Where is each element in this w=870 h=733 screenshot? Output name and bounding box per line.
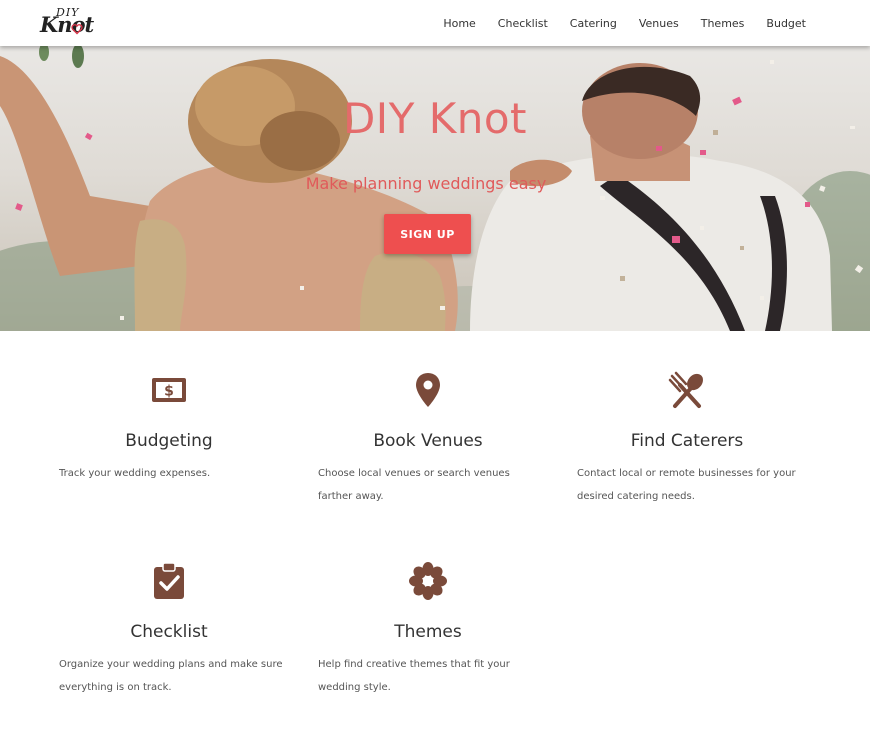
logo[interactable]: DIY Knot [38, 6, 110, 38]
nav-links: Home Checklist Catering Venues Themes Bu… [421, 0, 806, 46]
feature-description: Organize your wedding plans and make sur… [59, 659, 283, 693]
sign-up-button[interactable]: SIGN UP [384, 214, 471, 254]
flower-icon [409, 562, 447, 600]
clipboard-check-icon [154, 562, 184, 599]
feature-title: Book Venues [373, 431, 483, 451]
hero-title: DIY Knot [342, 94, 528, 143]
feature-title: Budgeting [125, 431, 213, 451]
feature-book-venues: Book Venues Choose local venues or searc… [318, 370, 556, 510]
feature-description: Track your wedding expenses. [59, 468, 211, 479]
feature-checklist: Checklist Organize your wedding plans an… [59, 561, 297, 701]
heart-icon [71, 24, 83, 35]
nav-link-home[interactable]: Home [443, 17, 475, 30]
feature-budgeting: $ Budgeting Track your wedding expenses. [59, 370, 297, 510]
feature-description: Contact local or remote businesses for y… [577, 468, 796, 502]
feature-themes: Themes Help find creative themes that fi… [318, 561, 556, 701]
nav-link-venues[interactable]: Venues [639, 17, 679, 30]
dollar-sign-icon: $ [152, 378, 186, 402]
map-pin-icon [416, 373, 440, 407]
navbar: DIY Knot Home Checklist Catering Venues … [0, 0, 870, 46]
feature-find-caterers: Find Caterers Contact local or remote bu… [577, 370, 815, 510]
feature-description: Choose local venues or search venues far… [318, 468, 510, 502]
feature-title: Find Caterers [630, 431, 744, 451]
nav-link-budget[interactable]: Budget [766, 17, 806, 30]
hero-subtitle: Make planning weddings easy [305, 174, 547, 193]
feature-title: Checklist [130, 622, 208, 642]
hero-banner: DIY Knot Make planning weddings easy SIG… [0, 46, 870, 331]
utensils-icon [668, 371, 703, 408]
svg-text:$: $ [164, 384, 174, 400]
nav-link-catering[interactable]: Catering [570, 17, 617, 30]
logo-main-text: Knot [40, 12, 94, 37]
feature-title: Themes [394, 622, 462, 642]
nav-link-themes[interactable]: Themes [701, 17, 745, 30]
nav-link-checklist[interactable]: Checklist [498, 17, 548, 30]
feature-description: Help find creative themes that fit your … [318, 659, 510, 693]
